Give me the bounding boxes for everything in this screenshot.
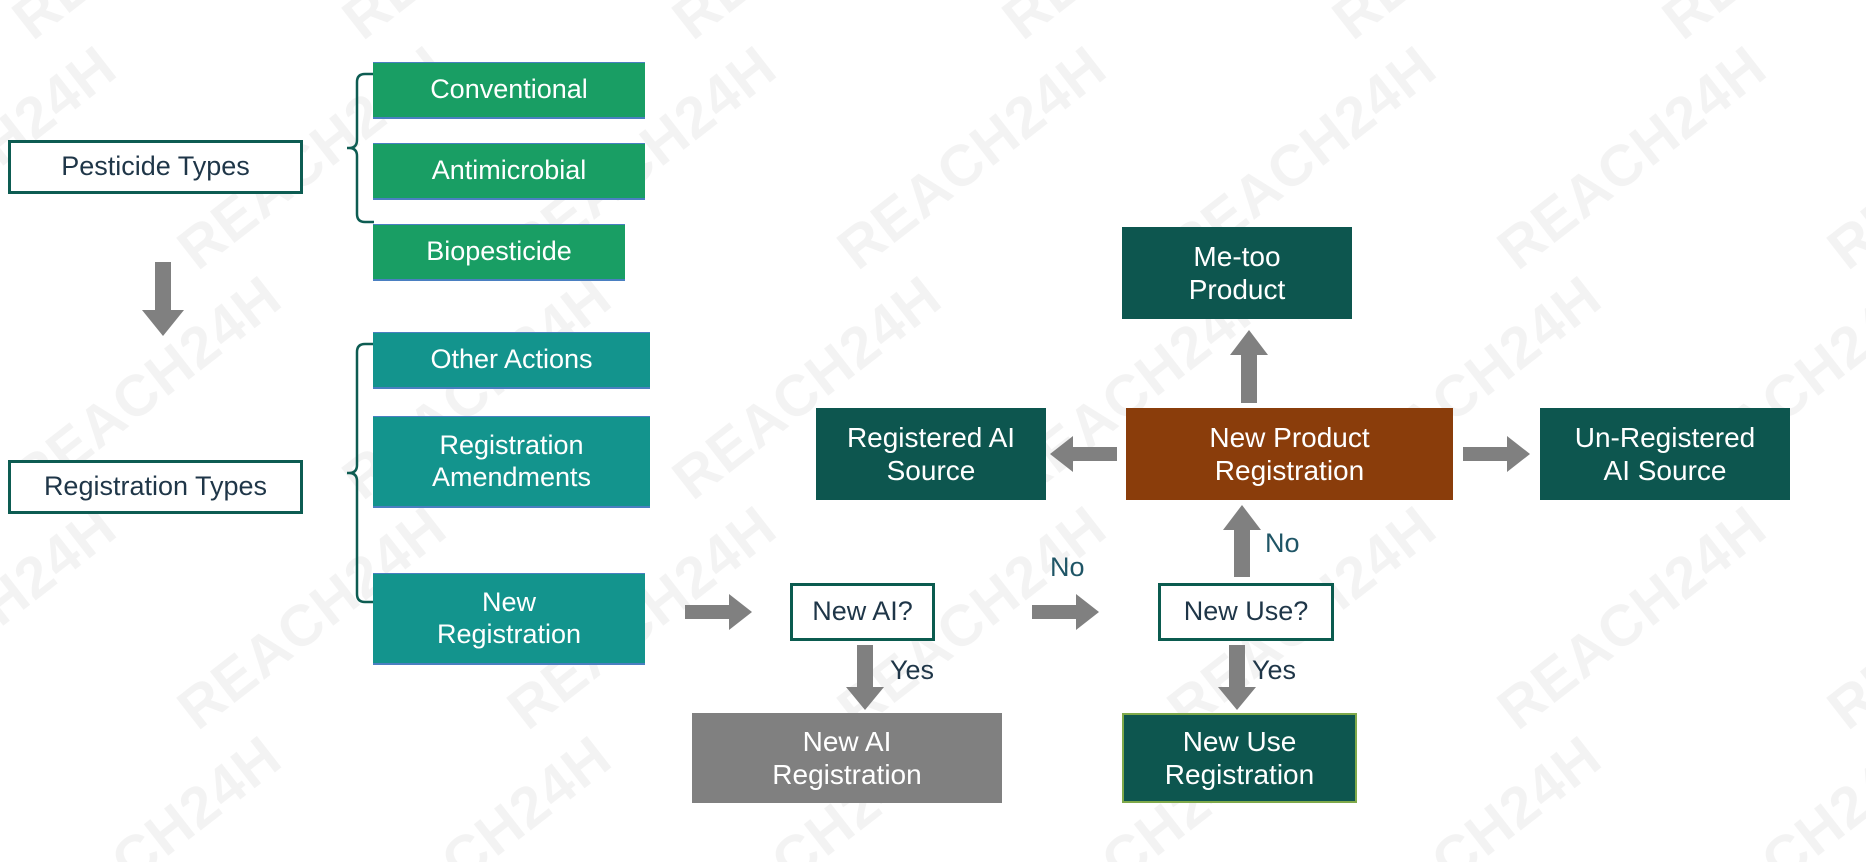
outcome-unregistered-ai-source-label: Un-Registered AI Source — [1575, 421, 1756, 487]
outcome-registered-ai-source-line1: Registered AI — [846, 421, 1016, 453]
watermark-text: REACH24H — [1485, 33, 1779, 283]
outcome-new-use-registration-label: New Use Registration — [1165, 725, 1314, 791]
watermark-text: REACH24H — [1650, 723, 1866, 862]
pesticide-category-biopesticide: Biopesticide — [373, 224, 625, 281]
registration-category-new-registration-line2: Registration — [436, 618, 582, 649]
registration-category-amendments-label: Registration Amendments — [432, 430, 591, 494]
pesticide-types-heading-box: Pesticide Types — [8, 140, 303, 194]
new-product-registration: New Product Registration — [1126, 408, 1453, 500]
outcome-unregistered-ai-source-line2: AI Source — [1603, 455, 1727, 486]
registration-category-new-registration-label: New Registration — [437, 587, 581, 651]
registration-category-other-actions-label: Other Actions — [430, 344, 593, 375]
arrow-new-use-yes — [1217, 645, 1257, 711]
registration-category-new-registration: New Registration — [373, 573, 645, 665]
arrow-new-ai-no-to-new-use — [1032, 594, 1100, 630]
diagram-canvas: REACH24HREACH24HREACH24HREACH24HREACH24H… — [0, 0, 1866, 862]
registration-category-other-actions: Other Actions — [373, 332, 650, 389]
edge-label-no-new-ai: No — [1050, 552, 1085, 582]
arrow-new-ai-yes — [845, 645, 885, 711]
watermark-text: REACH24H — [330, 723, 624, 862]
watermark-text: REACH24H — [330, 0, 624, 53]
outcome-new-ai-registration-label: New AI Registration — [772, 725, 921, 791]
arrow-new-product-to-registered-ai-source — [1050, 436, 1118, 472]
decision-new-use: New Use? — [1158, 583, 1334, 641]
outcome-me-too-product-line1: Me-too — [1193, 240, 1281, 272]
outcome-registered-ai-source: Registered AI Source — [816, 408, 1046, 500]
outcome-me-too-product-label: Me-too Product — [1189, 240, 1286, 306]
watermark-text: REACH24H — [660, 0, 954, 53]
arrow-new-use-no-to-new-product — [1222, 505, 1262, 578]
registration-category-amendments-line2: Amendments — [431, 461, 592, 492]
registration-category-amendments: Registration Amendments — [373, 416, 650, 508]
watermark-text: REACH24H — [1815, 493, 1866, 743]
watermark-text: REACH24H — [1485, 493, 1779, 743]
registration-types-heading-label: Registration Types — [43, 471, 268, 502]
registration-category-new-registration-line1: New — [481, 586, 536, 617]
pesticide-category-antimicrobial: Antimicrobial — [373, 143, 645, 200]
outcome-new-ai-registration: New AI Registration — [692, 713, 1002, 803]
outcome-unregistered-ai-source: Un-Registered AI Source — [1540, 408, 1790, 500]
watermark-text: REACH24H — [1650, 0, 1866, 53]
new-product-registration-line2: Registration — [1214, 455, 1365, 486]
watermark-text: REACH24H — [0, 0, 294, 53]
arrow-pesticide-to-registration — [140, 262, 186, 338]
arrow-new-registration-to-new-ai — [685, 594, 753, 630]
pesticide-bracket — [345, 70, 375, 230]
watermark-text: REACH24H — [1320, 0, 1614, 53]
pesticide-category-conventional-label: Conventional — [430, 74, 588, 105]
outcome-registered-ai-source-label: Registered AI Source — [847, 421, 1015, 487]
outcome-me-too-product: Me-too Product — [1122, 227, 1352, 319]
decision-new-use-label: New Use? — [1183, 596, 1309, 627]
edge-label-yes-new-ai: Yes — [890, 655, 935, 685]
outcome-new-use-registration-line2: Registration — [1164, 759, 1315, 790]
watermark-text: REACH24H — [825, 33, 1119, 283]
pesticide-category-conventional: Conventional — [373, 62, 645, 119]
outcome-new-ai-registration-line2: Registration — [772, 759, 922, 790]
arrow-new-product-to-me-too — [1229, 330, 1269, 404]
pesticide-types-heading-label: Pesticide Types — [61, 151, 250, 182]
new-product-registration-label: New Product Registration — [1209, 421, 1369, 487]
registration-types-heading-box: Registration Types — [8, 460, 303, 514]
arrow-new-product-to-unregistered-ai-source — [1463, 436, 1531, 472]
outcome-registered-ai-source-line2: Source — [886, 455, 976, 486]
edge-label-yes-new-use: Yes — [1252, 655, 1297, 685]
outcome-me-too-product-line2: Product — [1188, 274, 1286, 305]
watermark-text: REACH24H — [1815, 33, 1866, 283]
watermark-text: REACH24H — [990, 0, 1284, 53]
edge-label-no-new-use: No — [1265, 528, 1300, 558]
watermark-text: REACH24H — [0, 493, 129, 743]
pesticide-category-biopesticide-label: Biopesticide — [426, 236, 572, 267]
outcome-unregistered-ai-source-line1: Un-Registered — [1574, 421, 1756, 453]
watermark-text: REACH24H — [1320, 723, 1614, 862]
outcome-new-use-registration: New Use Registration — [1122, 713, 1357, 803]
pesticide-category-antimicrobial-label: Antimicrobial — [431, 155, 587, 186]
new-product-registration-line1: New Product — [1209, 421, 1370, 453]
watermark-text: REACH24H — [0, 723, 294, 862]
registration-bracket — [345, 340, 375, 610]
outcome-new-use-registration-line1: New Use — [1182, 725, 1297, 757]
outcome-new-ai-registration-line1: New AI — [802, 725, 892, 757]
decision-new-ai-label: New AI? — [812, 596, 913, 627]
registration-category-amendments-line1: Registration — [439, 429, 584, 460]
decision-new-ai: New AI? — [790, 583, 935, 641]
